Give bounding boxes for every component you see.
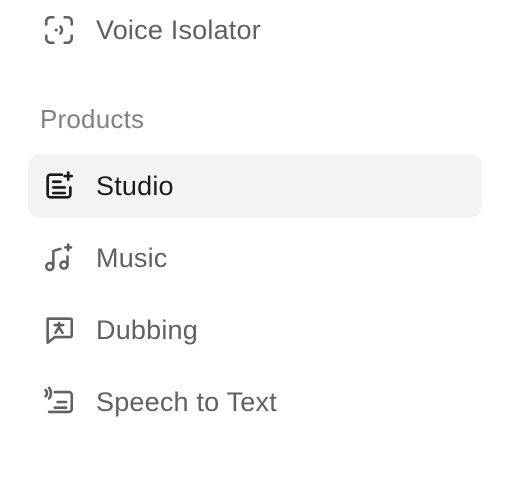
sidebar-item-studio[interactable]: Studio: [28, 154, 482, 218]
sidebar-item-label: Dubbing: [96, 314, 198, 345]
sidebar-item-voice-isolator[interactable]: Voice Isolator: [28, 0, 482, 62]
sidebar-nav: Voice Isolator Products Studio Music Dub…: [0, 0, 506, 496]
dubbing-icon: [42, 313, 76, 347]
sidebar-item-label: Music: [96, 242, 168, 273]
sidebar-item-music[interactable]: Music: [28, 226, 482, 290]
sidebar-item-label: Speech to Text: [96, 386, 277, 417]
sidebar-item-label: Voice Isolator: [96, 14, 261, 45]
sidebar-item-label: Studio: [96, 170, 174, 201]
section-heading-products: Products: [40, 104, 145, 134]
voice-isolator-icon: [42, 13, 76, 47]
sidebar-item-dubbing[interactable]: Dubbing: [28, 298, 482, 362]
sidebar-item-speech-to-text[interactable]: Speech to Text: [28, 370, 482, 434]
speech-to-text-icon: [42, 385, 76, 419]
studio-icon: [42, 169, 76, 203]
music-icon: [42, 241, 76, 275]
